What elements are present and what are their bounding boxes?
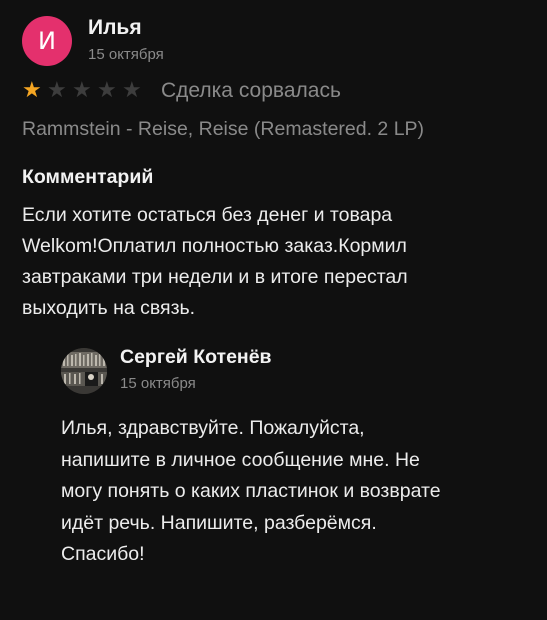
comment-line: Если хотите остаться без денег и товара [22, 204, 393, 226]
deal-status: Сделка сорвалась [161, 79, 341, 102]
reply-author: Сергей Котенёв 15 октября [61, 345, 272, 395]
star-rating: ★ ★ ★ ★ ★ [22, 78, 147, 104]
star-icon: ★ [47, 78, 67, 103]
review-date: 15 октября [88, 45, 164, 63]
star-icon: ★ [97, 78, 117, 103]
review-card: И Илья 15 октября ★ ★ ★ ★ ★ Сделка сорва… [0, 0, 547, 620]
reply-text: Илья, здравствуйте. Пожалуйста, напишите… [61, 413, 521, 571]
reply-line: Спасибо! [61, 543, 145, 565]
author-initial: И [38, 27, 56, 55]
review-author: И Илья 15 октября [22, 16, 164, 66]
record-shelf-photo-icon [61, 348, 107, 394]
comment-line: завтраками три недели и в итоге перестал [22, 266, 408, 288]
comment-line: Welkom!Оплатил полностью заказ.Кормил [22, 235, 407, 257]
star-icon: ★ [22, 78, 42, 103]
product-title[interactable]: Rammstein - Reise, Reise (Remastered. 2 … [22, 116, 424, 142]
rating-row: ★ ★ ★ ★ ★ Сделка сорвалась [22, 78, 341, 104]
reply-author-name[interactable]: Сергей Котенёв [120, 345, 272, 369]
reply-line: идёт речь. Напишите, разберёмся. [61, 511, 377, 534]
reply-line: Илья, здравствуйте. Пожалуйста, [61, 417, 365, 439]
comment-heading: Комментарий [22, 166, 154, 188]
comment-line: выходить на связь. [22, 297, 196, 319]
reply-line: могу понять о каких пластинок и возврате [61, 480, 441, 502]
star-icon: ★ [72, 78, 92, 103]
comment-text: Если хотите остаться без денег и товара … [22, 200, 522, 324]
author-info: Илья 15 октября [88, 15, 164, 66]
reply-date: 15 октября [120, 375, 196, 392]
star-icon: ★ [122, 78, 142, 103]
reply-avatar[interactable] [61, 348, 107, 394]
author-avatar[interactable]: И [22, 16, 72, 66]
author-name[interactable]: Илья [88, 15, 164, 41]
reply-line: напишите в личное сообщение мне. Не [61, 448, 420, 471]
reply-author-info: Сергей Котенёв 15 октября [120, 345, 272, 395]
